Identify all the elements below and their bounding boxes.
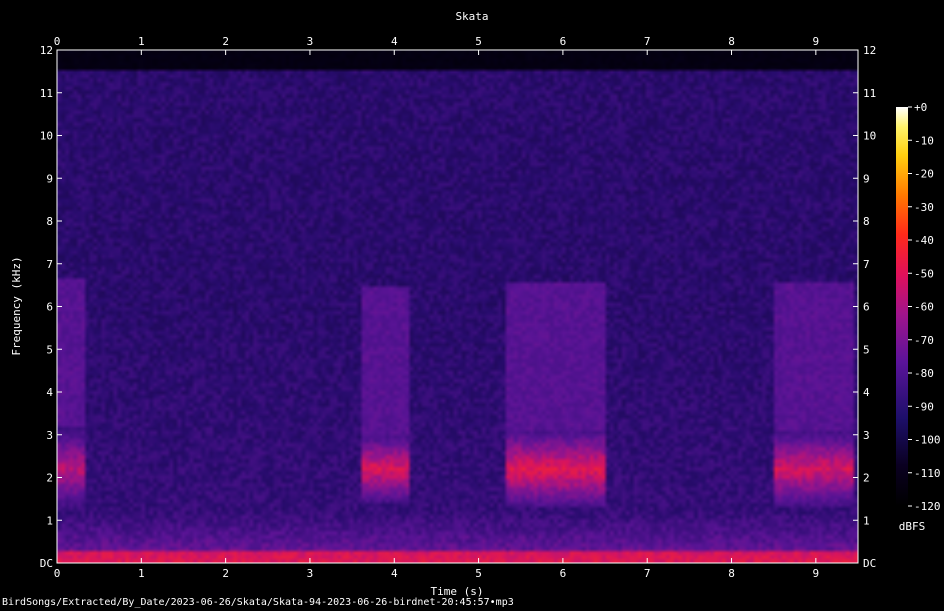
y-tick-label: 9: [46, 172, 53, 185]
x-tick-label: 4: [391, 567, 398, 580]
y-tick-label: 5: [46, 343, 53, 356]
y-tick-label-right: DC: [863, 557, 876, 570]
y-tick-label-right: 3: [863, 429, 870, 442]
x-tick-label: 7: [644, 567, 651, 580]
y-tick-label-right: 6: [863, 301, 870, 314]
x-tick-label: 8: [728, 567, 735, 580]
y-tick-label: 7: [46, 258, 53, 271]
x-tick-label: 5: [475, 567, 482, 580]
x-tick-label-top: 9: [813, 35, 820, 48]
y-tick-label-right: 1: [863, 514, 870, 527]
colorbar-tick-label: -80: [914, 367, 934, 380]
colorbar-tick-label: -20: [914, 168, 934, 181]
y-tick-label-right: 12: [863, 44, 876, 57]
colorbar-tick-label: -10: [914, 134, 934, 147]
spectrogram-image: [57, 50, 858, 563]
y-tick-label: 11: [40, 87, 53, 100]
colorbar: [896, 107, 908, 506]
y-tick-label: 2: [46, 472, 53, 485]
x-tick-label: 1: [138, 567, 145, 580]
colorbar-tick-label: -30: [914, 201, 934, 214]
x-tick-label: 9: [813, 567, 820, 580]
y-tick-label-right: 9: [863, 172, 870, 185]
y-tick-label-right: 11: [863, 87, 876, 100]
y-tick-label: 8: [46, 215, 53, 228]
y-tick-label-right: 2: [863, 472, 870, 485]
y-tick-label-right: 7: [863, 258, 870, 271]
x-tick-label-top: 7: [644, 35, 651, 48]
y-tick-label: DC: [40, 557, 53, 570]
y-tick-label-right: 5: [863, 343, 870, 356]
x-tick-label: 0: [54, 567, 61, 580]
x-tick-label-top: 0: [54, 35, 61, 48]
y-tick-label-right: 8: [863, 215, 870, 228]
colorbar-tick-label: -90: [914, 400, 934, 413]
colorbar-tick-label: -120: [914, 500, 941, 513]
colorbar-tick-label: -100: [914, 434, 941, 447]
y-tick-label-right: 4: [863, 386, 870, 399]
colorbar-label: dBFS: [899, 520, 926, 533]
y-tick-label: 1: [46, 514, 53, 527]
y-tick-label: 10: [40, 130, 53, 143]
x-tick-label-top: 6: [560, 35, 567, 48]
x-tick-label: 2: [222, 567, 229, 580]
y-tick-label: 4: [46, 386, 53, 399]
spectrogram-chart: Skata 00112233445566778899DC DC1 12 23 34 45 5…: [10, 10, 941, 597]
colorbar-tick-label: -60: [914, 301, 934, 314]
colorbar-tick-label: -70: [914, 334, 934, 347]
colorbar-ticks: +0 -10 -20 -30 -40 -50 -60 -70 -80 -90 -100 -110 -12…: [908, 101, 941, 513]
y-tick-label: 12: [40, 44, 53, 57]
x-tick-label-top: 3: [307, 35, 314, 48]
x-tick-label-top: 2: [222, 35, 229, 48]
colorbar-tick-label: +0: [914, 101, 927, 114]
y-tick-label: 3: [46, 429, 53, 442]
file-path: BirdSongs/Extracted/By_Date/2023-06-26/S…: [2, 597, 514, 608]
y-tick-label-right: 10: [863, 130, 876, 143]
x-tick-label-top: 8: [728, 35, 735, 48]
x-axis-label: Time (s): [431, 585, 484, 597]
x-tick-label: 3: [307, 567, 314, 580]
chart-title: Skata: [455, 10, 488, 23]
colorbar-tick-label: -110: [914, 467, 941, 480]
y-tick-label: 6: [46, 301, 53, 314]
x-tick-label-top: 1: [138, 35, 145, 48]
x-tick-label: 6: [560, 567, 567, 580]
colorbar-tick-label: -50: [914, 267, 934, 280]
y-axis-label: Frequency (kHz): [10, 256, 23, 355]
x-tick-label-top: 5: [475, 35, 482, 48]
x-tick-label-top: 4: [391, 35, 398, 48]
spectrogram-raster: [57, 50, 858, 563]
colorbar-tick-label: -40: [914, 234, 934, 247]
